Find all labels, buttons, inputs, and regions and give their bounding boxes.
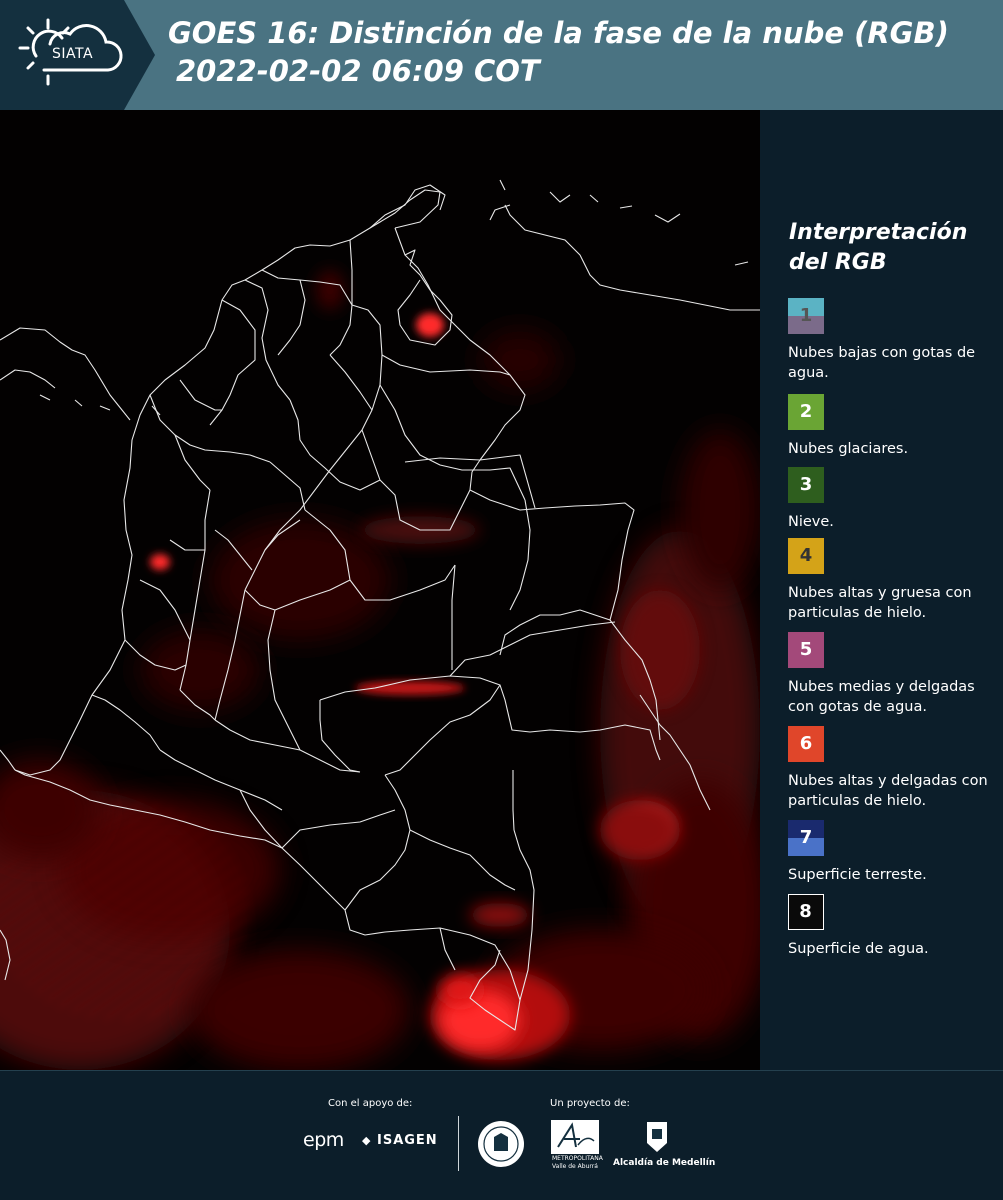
swatch-3: 3 (788, 467, 824, 503)
isagen-logo: ◆ ISAGEN (362, 1133, 438, 1148)
swatch-6: 6 (788, 726, 824, 762)
project-label: Un proyecto de: (550, 1098, 630, 1109)
swatch-7: 7 (788, 820, 824, 856)
swatch-6-number: 6 (799, 733, 813, 754)
support-label: Con el apoyo de: (328, 1098, 413, 1109)
map-canvas (0, 110, 760, 1070)
swatch-2: 2 (788, 394, 824, 430)
swatch-1-number: 1 (799, 305, 813, 326)
swatch-4-number: 4 (799, 545, 813, 566)
seal-icon (478, 1121, 524, 1167)
swatch-7-number: 7 (799, 827, 813, 848)
page: SIATA GOES 16: Distinción de la fase de … (0, 0, 1003, 1200)
legend-label-7: Superficie terreste. (788, 867, 927, 883)
legend-label-8: Superficie de agua. (788, 941, 929, 957)
swatch-8: 8 (788, 894, 824, 930)
swatch-2-number: 2 (799, 401, 813, 422)
epm-logo: epm (303, 1129, 344, 1151)
swatch-4: 4 (788, 538, 824, 574)
medellin-text: Alcaldía de Medellín (613, 1158, 716, 1168)
legend-item-1: 1 Nubes bajas con gotas de agua. (788, 298, 998, 383)
title-line-2: 2022-02-02 06:09 COT (176, 54, 540, 88)
legend-item-5: 5 Nubes medias y delgadas con gotas de a… (788, 632, 998, 717)
logo-text: SIATA (52, 46, 94, 62)
legend-label-5: Nubes medias y delgadas con gotas de agu… (788, 679, 975, 715)
header-bar: SIATA GOES 16: Distinción de la fase de … (0, 0, 1003, 110)
legend-item-6: 6 Nubes altas y delgadas con particulas … (788, 726, 998, 811)
legend-label-4: Nubes altas y gruesa con particulas de h… (788, 585, 972, 621)
isagen-icon: ◆ (362, 1134, 372, 1147)
legend-label-2: Nubes glaciares. (788, 441, 909, 457)
legend-item-8: 8 Superficie de agua. (788, 894, 998, 959)
area-metropolitana-text: METROPOLITANA Valle de Aburrá (552, 1155, 603, 1170)
swatch-3-number: 3 (799, 474, 813, 495)
legend-item-3: 3 Nieve. (788, 467, 998, 532)
area-metropolitana-icon (551, 1120, 599, 1154)
title-line-1: GOES 16: Distinción de la fase de la nub… (168, 16, 949, 50)
legend-title: Interpretación del RGB (789, 220, 968, 275)
swatch-1: 1 (788, 298, 824, 334)
legend-label-3: Nieve. (788, 514, 834, 530)
siata-logo: SIATA (0, 0, 155, 110)
legend-item-7: 7 Superficie terreste. (788, 820, 998, 885)
satellite-map[interactable] (0, 110, 760, 1070)
medellin-shield-icon (647, 1122, 667, 1152)
footer-divider (458, 1116, 459, 1171)
isagen-text: ISAGEN (377, 1133, 438, 1148)
legend-label-6: Nubes altas y delgadas con particulas de… (788, 773, 988, 809)
footer: Con el apoyo de: Un proyecto de: epm ◆ I… (0, 1070, 1003, 1200)
legend-panel: Interpretación del RGB 1 Nubes bajas con… (760, 110, 1003, 1070)
swatch-8-number: 8 (799, 901, 812, 922)
swatch-5: 5 (788, 632, 824, 668)
legend-item-2: 2 Nubes glaciares. (788, 394, 998, 459)
swatch-5-number: 5 (799, 639, 813, 660)
page-title: GOES 16: Distinción de la fase de la nub… (168, 14, 988, 90)
legend-item-4: 4 Nubes altas y gruesa con particulas de… (788, 538, 998, 623)
legend-label-1: Nubes bajas con gotas de agua. (788, 345, 976, 381)
